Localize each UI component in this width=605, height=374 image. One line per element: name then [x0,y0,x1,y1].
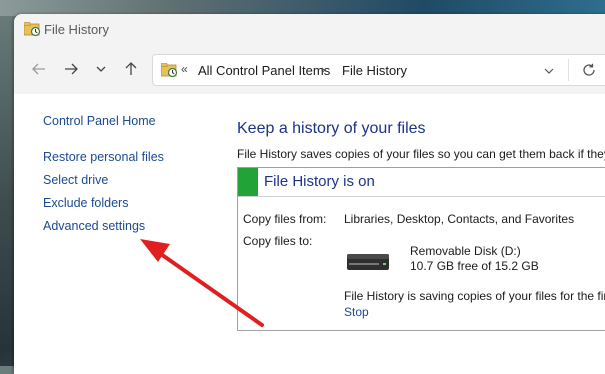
sidebar-item-advanced-settings[interactable]: Advanced settings [43,219,145,233]
breadcrumb-all-control-panel-items[interactable]: All Control Panel Items [198,63,330,78]
page-description: File History saves copies of your files … [237,147,605,161]
status-indicator [238,168,258,196]
status-panel: File History is on Copy files from: Libr… [237,167,605,331]
stop-link[interactable]: Stop [344,305,369,319]
sidebar-item-select-drive[interactable]: Select drive [43,173,108,187]
status-heading: File History is on [264,173,375,190]
address-bar[interactable]: « All Control Panel Items › File History [152,54,605,86]
content-area: Control Panel Home Restore personal file… [14,94,605,374]
removable-disk-icon [347,254,389,270]
address-history-dropdown-icon[interactable] [543,61,555,80]
copy-to-label: Copy files to: [243,234,313,248]
copy-from-value: Libraries, Desktop, Contacts, and Favori… [344,212,575,226]
breadcrumb-file-history[interactable]: File History [342,63,407,78]
sidebar-item-control-panel-home[interactable]: Control Panel Home [43,114,156,128]
file-history-icon [24,22,41,36]
breadcrumb-separator[interactable]: › [321,62,325,77]
sidebar-item-restore-personal-files[interactable]: Restore personal files [43,150,164,164]
chevron-down-icon[interactable] [90,58,112,80]
arrow-up-icon[interactable] [120,58,142,80]
copy-from-label: Copy files from: [243,212,327,226]
file-history-icon [161,63,178,77]
navigation-bar: « All Control Panel Items › File History [14,46,605,94]
refresh-icon[interactable] [581,59,597,83]
arrow-left-icon[interactable] [28,58,50,80]
sidebar: Control Panel Home Restore personal file… [14,94,214,374]
drive-name: Removable Disk (D:) [410,244,521,258]
page-title: Keep a history of your files [237,120,426,137]
breadcrumb-overflow[interactable]: « [181,62,188,76]
drive-free-space: 10.7 GB free of 15.2 GB [410,259,539,273]
arrow-right-icon[interactable] [60,58,82,80]
saving-message: File History is saving copies of your fi… [344,289,605,303]
file-history-window: File History « All Control Panel Items ›… [14,14,605,374]
sidebar-item-exclude-folders[interactable]: Exclude folders [43,196,128,210]
status-header: File History is on [238,168,605,197]
window-title: File History [44,22,110,37]
title-bar: File History [14,14,605,46]
address-divider [568,59,569,81]
